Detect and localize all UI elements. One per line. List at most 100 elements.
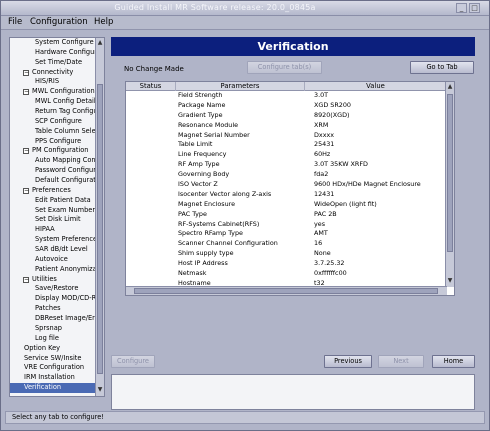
tree-item-label: PPS Configure: [35, 136, 82, 145]
column-status[interactable]: Status: [126, 82, 176, 91]
tree-item[interactable]: − Preferences: [10, 186, 96, 196]
parameter-cell: Gradient Type: [178, 110, 223, 119]
tree-item[interactable]: PPS Configure: [10, 137, 96, 147]
main-window: Guided Install MR Software release: 20.0…: [0, 0, 490, 431]
table-row[interactable]: Isocenter Vector along Z-axis 12431: [126, 190, 446, 200]
home-button[interactable]: Home: [432, 355, 475, 368]
table-row[interactable]: Netmask 0xffffffc00: [126, 269, 446, 279]
tree-item[interactable]: Option Key: [10, 344, 96, 354]
tree-item[interactable]: Default Configuration: [10, 176, 96, 186]
collapse-toggle-icon[interactable]: −: [23, 69, 29, 76]
tree-item[interactable]: Log file: [10, 334, 96, 344]
tree-item[interactable]: Verification: [10, 383, 96, 393]
tree-item[interactable]: Table Column Select: [10, 127, 96, 137]
next-button[interactable]: Next: [378, 355, 424, 368]
tree-item[interactable]: Save/Restore: [10, 284, 96, 294]
tree-item[interactable]: Set Exam Number: [10, 206, 96, 216]
table-row[interactable]: RF-Systems Cabinet(RFS) yes: [126, 220, 446, 230]
parameter-cell: Isocenter Vector along Z-axis: [178, 189, 272, 198]
table-row[interactable]: Shim supply type None: [126, 249, 446, 259]
tree-item[interactable]: Set Disk Limit: [10, 215, 96, 225]
table-row[interactable]: Package Name XGD SR200: [126, 101, 446, 111]
tree-item[interactable]: Hardware Configure: [10, 48, 96, 58]
table-hscroll-thumb[interactable]: [134, 288, 438, 294]
table-scroll-thumb[interactable]: [447, 94, 453, 252]
tree-item[interactable]: VRE Configuration: [10, 363, 96, 373]
table-row[interactable]: Line Frequency 60Hz: [126, 150, 446, 160]
tree-item[interactable]: Service SW/Insite: [10, 354, 96, 364]
table-row[interactable]: PAC Type PAC 2B: [126, 210, 446, 220]
tree-item-label: Option Key: [24, 343, 61, 352]
table-row[interactable]: Field Strength 3.0T: [126, 91, 446, 101]
tree-item[interactable]: Patches: [10, 304, 96, 314]
parameter-cell: ISO Vector Z: [178, 180, 218, 189]
tree-item[interactable]: HIS/RIS: [10, 77, 96, 87]
table-row[interactable]: Magnet Enclosure WideOpen (light fit): [126, 200, 446, 210]
table-row[interactable]: Gradient Type 8920(XGD): [126, 111, 446, 121]
table-horizontal-scrollbar[interactable]: [126, 286, 447, 295]
tree-item[interactable]: − Utilities: [10, 275, 96, 285]
scroll-down-icon[interactable]: ▼: [97, 387, 103, 394]
tree-item[interactable]: Return Tag Configure: [10, 107, 96, 117]
message-area: [111, 374, 475, 410]
table-row[interactable]: Magnet Serial Number Dxxxx: [126, 131, 446, 141]
collapse-toggle-icon[interactable]: −: [23, 148, 29, 155]
tree-item[interactable]: IRM Installation: [10, 373, 96, 383]
collapse-toggle-icon[interactable]: −: [23, 89, 29, 96]
minimize-icon[interactable]: _: [456, 3, 467, 13]
previous-button[interactable]: Previous: [324, 355, 372, 368]
menu-file[interactable]: File: [8, 17, 22, 27]
parameter-cell: RF-Systems Cabinet(RFS): [178, 219, 260, 228]
tree-item[interactable]: Display MOD/CD-ROM: [10, 294, 96, 304]
tree-item[interactable]: Edit Patient Data: [10, 196, 96, 206]
main-panel: Verification No Change Made Configure ta…: [111, 37, 475, 410]
table-row[interactable]: Governing Body fda2: [126, 170, 446, 180]
column-value[interactable]: Value: [305, 82, 446, 91]
table-row[interactable]: RF Amp Type 3.0T 35KW XRFD: [126, 160, 446, 170]
tree-scrollbar[interactable]: ▲ ▼: [95, 38, 104, 396]
tree-item[interactable]: SAR dB/dt Level: [10, 245, 96, 255]
tree-item[interactable]: Sprsnap: [10, 324, 96, 334]
tree-item[interactable]: − Connectivity: [10, 68, 96, 78]
go-to-tab-button[interactable]: Go to Tab: [410, 61, 474, 74]
table-row[interactable]: Table Limit 25431: [126, 140, 446, 150]
value-cell: None: [314, 249, 331, 258]
configure-button[interactable]: Configure: [111, 355, 155, 368]
table-header: Status Parameters Value: [126, 82, 446, 91]
tree-item[interactable]: − MWL Configuration: [10, 87, 96, 97]
scroll-down-icon[interactable]: ▼: [447, 278, 453, 285]
column-parameters[interactable]: Parameters: [176, 82, 305, 91]
scroll-up-icon[interactable]: ▲: [447, 84, 453, 91]
tree-item[interactable]: Set Time/Date: [10, 58, 96, 68]
title-bar[interactable]: Guided Install MR Software release: 20.0…: [1, 1, 489, 16]
tree-item[interactable]: SCP Configure: [10, 117, 96, 127]
menu-help[interactable]: Help: [94, 17, 113, 27]
collapse-toggle-icon[interactable]: −: [23, 187, 29, 194]
tree-item[interactable]: Auto Mapping Config: [10, 156, 96, 166]
table-vertical-scrollbar[interactable]: ▲ ▼: [445, 82, 454, 287]
navigation-tree-panel: System Configure Hardware Configure Set Ti…: [9, 37, 105, 397]
value-cell: 8920(XGD): [314, 110, 350, 119]
table-row[interactable]: Host IP Address 3.7.25.32: [126, 259, 446, 269]
tree-item-label: Set Disk Limit: [35, 215, 81, 224]
table-row[interactable]: Spectro RFamp Type AMT: [126, 229, 446, 239]
scroll-up-icon[interactable]: ▲: [97, 40, 103, 47]
tree-item[interactable]: System Configure: [10, 38, 96, 48]
tree-scroll-thumb[interactable]: [97, 84, 103, 374]
tree-item[interactable]: Autovoice: [10, 255, 96, 265]
value-cell: XGD SR200: [314, 100, 351, 109]
configure-tabs-button[interactable]: Configure tab(s): [247, 61, 322, 74]
menu-configuration[interactable]: Configuration: [30, 17, 88, 27]
tree-item[interactable]: − PM Configuration: [10, 146, 96, 156]
table-row[interactable]: Scanner Channel Configuration 16: [126, 239, 446, 249]
maximize-icon[interactable]: □: [469, 3, 480, 13]
collapse-toggle-icon[interactable]: −: [23, 276, 29, 283]
tree-item[interactable]: System Preferences: [10, 235, 96, 245]
table-row[interactable]: ISO Vector Z 9600 HDx/HDe Magnet Enclosur…: [126, 180, 446, 190]
tree-item[interactable]: Patient Anonymization: [10, 265, 96, 275]
tree-item[interactable]: Password Configure: [10, 166, 96, 176]
tree-item[interactable]: DBReset Image/Error: [10, 314, 96, 324]
tree-item[interactable]: HIPAA: [10, 225, 96, 235]
tree-item[interactable]: MWL Config Details: [10, 97, 96, 107]
table-row[interactable]: Resonance Module XRM: [126, 121, 446, 131]
